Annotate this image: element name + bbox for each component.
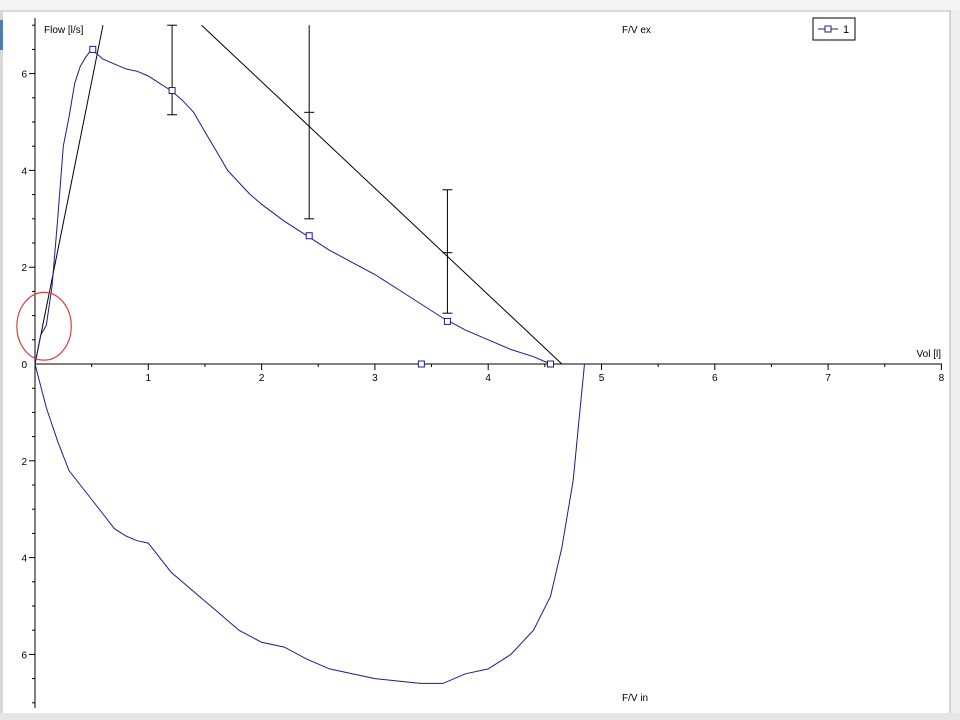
flow-volume-chart: Flow [l/s] Vol [l] F/V ex F/V in 1 2 3 4 5 6 7…: [0, 0, 960, 720]
legend-label: 1: [843, 24, 849, 36]
y-tick-label: 6: [21, 650, 27, 661]
x-tick-label: 3: [372, 373, 378, 384]
series-marker: [417, 360, 425, 368]
x-tick-label: 4: [485, 373, 491, 384]
x-tick-label: 5: [599, 373, 605, 384]
legend-marker: [824, 25, 832, 33]
window-left-accent: [0, 20, 3, 50]
x-tick-label: 6: [712, 373, 718, 384]
y-tick-label: 4: [21, 554, 27, 565]
y-tick-label: 2: [21, 457, 27, 468]
series-marker: [305, 232, 313, 240]
expiration-flow-curve: [34, 48, 551, 365]
series-marker: [547, 360, 555, 368]
annotation-circle: [16, 291, 72, 361]
flow-volume-chart-window: Flow [l/s] Vol [l] F/V ex F/V in 1 2 3 4 5 6 7…: [0, 0, 960, 720]
window-top-strip: [0, 0, 960, 10]
window-left-border: [0, 10, 3, 720]
y-axis-title: Flow [l/s]: [44, 25, 84, 36]
y-tick-label: 6: [21, 70, 27, 81]
inspiration-panel-label: F/V in: [622, 693, 648, 704]
x-tick-label: 8: [939, 373, 945, 384]
series-marker: [443, 317, 451, 325]
window-right-border: [950, 10, 960, 720]
x-tick-label: 2: [259, 373, 265, 384]
series-marker: [168, 87, 176, 95]
x-axis-title: Vol [l]: [917, 349, 942, 360]
y-tick-label: 4: [21, 166, 27, 177]
x-tick-label: 7: [825, 373, 831, 384]
inspiration-flow-curve: [34, 363, 585, 684]
legend: 1: [812, 17, 856, 41]
window-bottom-border: [0, 713, 960, 720]
y-tick-label: 2: [21, 263, 27, 274]
x-tick-label: 1: [146, 373, 152, 384]
reference-line: [201, 24, 563, 365]
series-marker: [89, 45, 97, 53]
expiration-panel-label: F/V ex: [622, 25, 651, 36]
y-tick-label: 0: [21, 360, 27, 371]
